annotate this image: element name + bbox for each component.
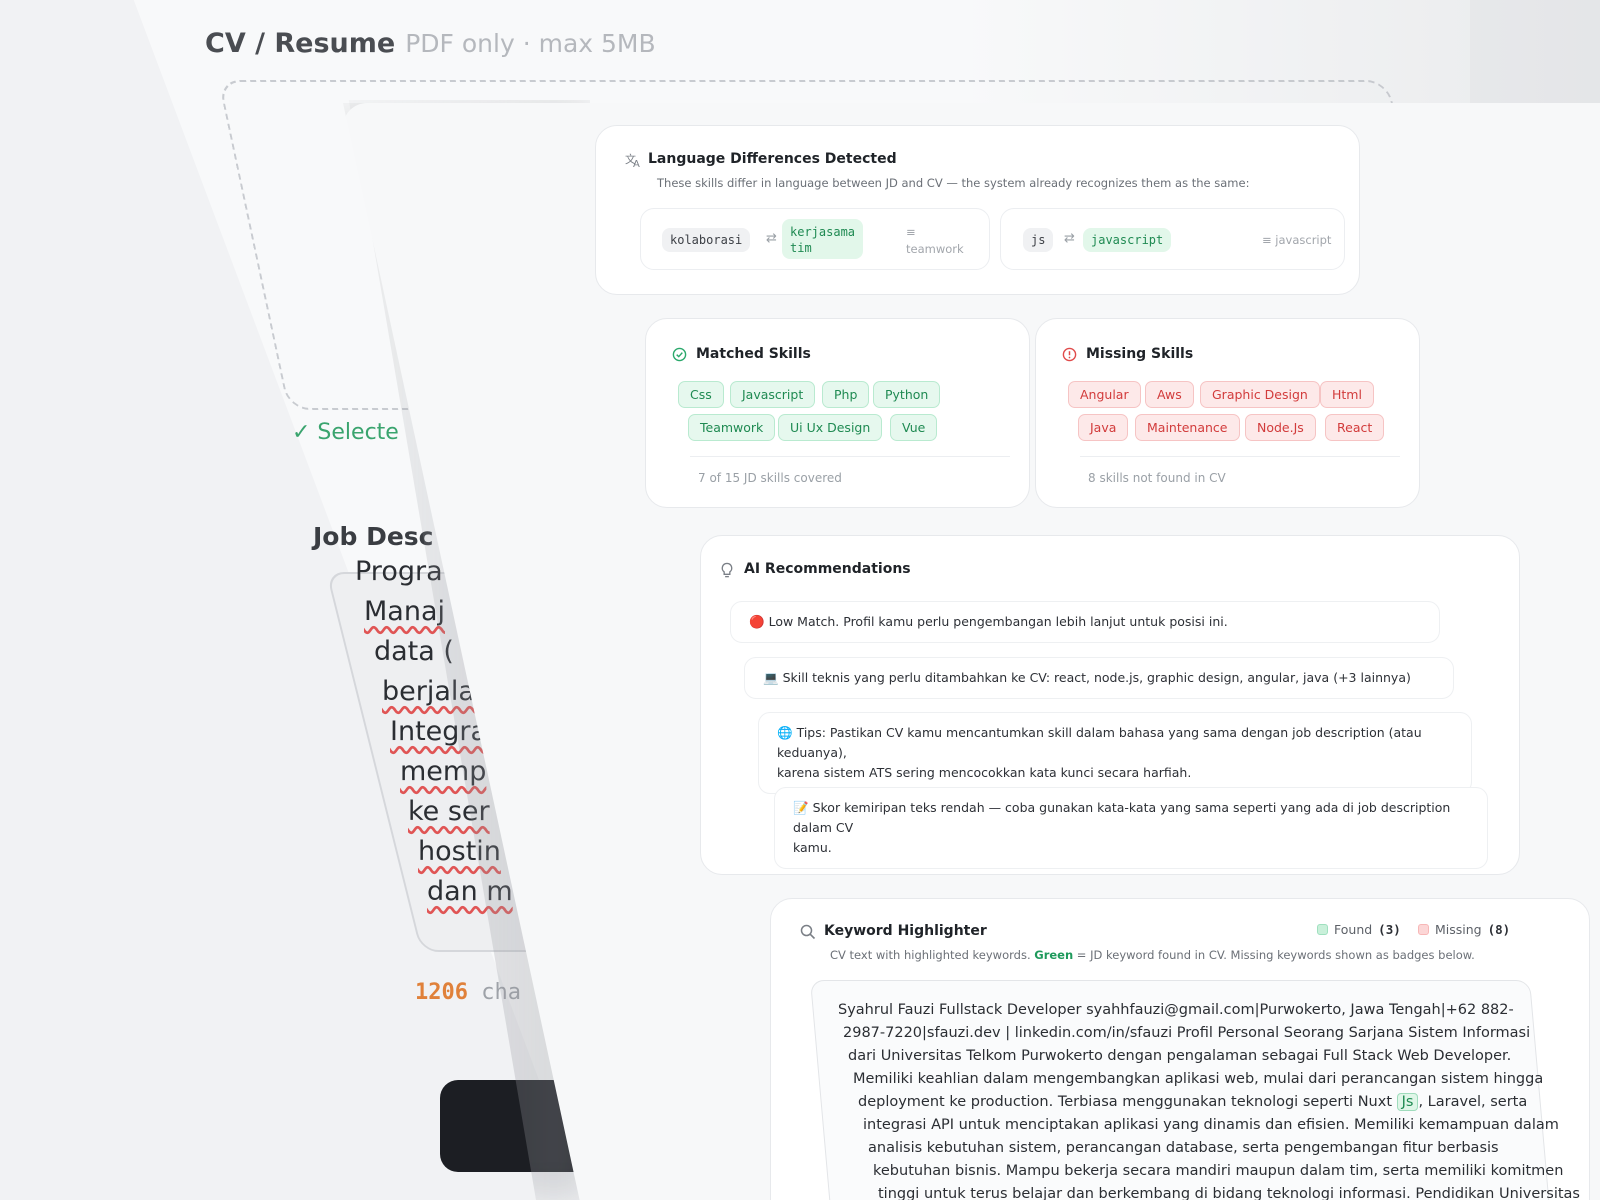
missing-skill-tag: Aws [1145,381,1194,408]
svg-text:A: A [633,159,640,168]
keyword-highlight-found: Js [1396,1093,1419,1111]
matched-skill-tag: Vue [890,414,938,441]
missing-skill-tag: Maintenance [1135,414,1240,441]
missing-skill-tag: Angular [1068,381,1141,408]
missing-skill-tag: Java [1078,414,1129,441]
lightbulb-icon [720,562,734,582]
recommendation-item: 💻 Skill teknis yang perlu ditambahkan ke … [744,657,1454,699]
language-differences-title: Language Differences Detected [648,151,897,167]
missing-skill-tag: Graphic Design [1200,381,1320,408]
cv-text-line: Syahrul Fauzi Fullstack Developer syahhf… [838,1002,1514,1018]
ai-recommendations-title: AI Recommendations [744,561,911,577]
cv-text-line: dari Universitas Telkom Purwokerto denga… [848,1048,1512,1064]
check-circle-icon [672,347,687,365]
missing-skill-tag: Html [1320,381,1374,408]
legend-missing: Missing (8) [1418,922,1510,937]
matched-skill-tag: Javascript [730,381,816,408]
cv-upload-hint: PDF only · max 5MB [405,29,656,58]
cv-skill-chip: javascript [1083,228,1172,252]
missing-skill-tag: Node.Js [1245,414,1316,441]
matched-skill-tag: Css [678,381,724,408]
matched-skill-tag: Python [873,381,941,408]
laptop-icon: 💻 [763,670,779,685]
jd-skill-chip: kolaborasi [662,228,751,252]
recommendation-item: 📝 Skor kemiripan teks rendah — coba gunak… [774,787,1488,869]
divider [1080,456,1400,457]
recommendation-item: 🌐 Tips: Pastikan CV kamu mencantumkan ski… [758,712,1472,794]
divider [690,456,1010,457]
search-icon [800,924,816,943]
canonical-skill: ≡ javascript [1262,233,1332,247]
legend-found: Found (3) [1317,922,1401,937]
keyword-highlighter-title: Keyword Highlighter [824,923,987,939]
cv-text-line: deployment ke production. Terbiasa mengg… [858,1093,1528,1111]
matched-skills-footer: 7 of 15 JD skills covered [698,471,842,485]
swap-icon: ⇄ [1064,231,1075,246]
recommendation-item: 🔴 Low Match. Profil kamu perlu pengembang… [730,601,1440,643]
language-differences-subtitle: These skills differ in language between … [657,176,1250,190]
matched-skill-tag: Php [822,381,870,408]
red-circle-icon: 🔴 [749,614,765,629]
job-description-label: Job Desc [313,522,434,551]
cv-text-line: Memiliki keahlian dalam mengembangkan ap… [853,1071,1544,1087]
cv-skill-chip: kerjasama tim [782,219,864,259]
globe-icon: 🌐 [777,725,793,740]
missing-skills-title: Missing Skills [1086,346,1194,362]
cv-upload-title: CV / Resume PDF only · max 5MB [205,28,656,59]
cv-text-line: integrasi API untuk menciptakan aplikasi… [863,1117,1559,1133]
missing-skills-footer: 8 skills not found in CV [1088,471,1226,485]
selected-file-status: ✓ Selecte [292,420,399,445]
jd-skill-chip: js [1023,228,1054,252]
jd-text-line: Manaj [364,596,445,627]
alert-circle-icon [1062,347,1077,365]
matched-skills-title: Matched Skills [696,346,811,362]
missing-skill-tag: React [1325,414,1385,441]
translate-icon: 文A [625,152,643,171]
keyword-highlighter-subtitle: CV text with highlighted keywords. Green… [830,948,1475,962]
canonical-skill: ≡ teamwork [906,225,964,256]
matched-skill-tag: Ui Ux Design [778,414,883,441]
matched-skill-tag: Teamwork [688,414,776,441]
cv-text-line: 2987-7220|sfauzi.dev | linkedin.com/in/s… [843,1025,1531,1041]
cv-text-line: tinggi untuk terus belajar dan berkemban… [878,1186,1580,1200]
swap-icon: ⇄ [766,231,777,246]
memo-icon: 📝 [793,800,809,815]
cv-text-line: analisis kebutuhan sistem, perancangan d… [868,1140,1499,1156]
cv-text-line: kebutuhan bisnis. Mampu bekerja secara m… [873,1163,1564,1179]
